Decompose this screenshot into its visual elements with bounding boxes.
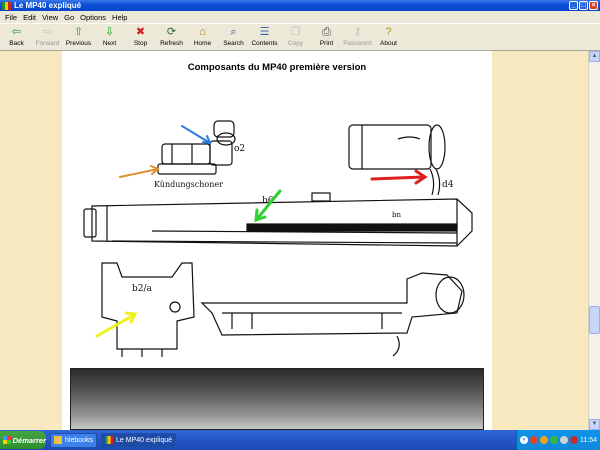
scroll-up-arrow[interactable]: ▲ <box>589 51 600 62</box>
toolbar-label: Password <box>343 40 372 47</box>
home-icon: ⌂ <box>199 26 206 38</box>
bolt-assembly-sketch <box>157 120 236 175</box>
about-button[interactable]: ? About <box>373 24 404 51</box>
password-button[interactable]: ⚷ Password <box>342 24 373 51</box>
maximize-button[interactable]: □ <box>579 1 588 10</box>
start-label: Démarrer <box>12 435 46 445</box>
menu-help[interactable]: Help <box>109 13 130 22</box>
system-tray: « 11:54 <box>516 430 600 450</box>
windows-flag-icon <box>3 436 11 444</box>
start-button[interactable]: Démarrer <box>0 431 46 449</box>
toolbar: ⇦ Back ⇨ Forward ⇧ Previous ⇩ Next ✖ Stop ⟳ Refresh… <box>0 23 600 51</box>
refresh-icon: ⟳ <box>166 26 177 38</box>
previous-button[interactable]: ⇧ Previous <box>63 24 94 51</box>
menu-options[interactable]: Options <box>77 13 109 22</box>
print-button[interactable]: ⎙ Print <box>311 24 342 51</box>
back-arrow-icon: ⇦ <box>11 26 22 38</box>
home-button[interactable]: ⌂ Home <box>187 24 218 51</box>
next-button[interactable]: ⇩ Next <box>94 24 125 51</box>
page-title: Composants du MP40 première version <box>187 62 367 73</box>
orange-arrow <box>119 165 160 178</box>
toolbar-label: Home <box>193 40 212 47</box>
app-icon <box>2 1 11 10</box>
clock: 11:54 <box>580 436 597 444</box>
search-button[interactable]: ⌕ Search <box>218 24 249 51</box>
stop-button[interactable]: ✖ Stop <box>125 24 156 51</box>
taskbar: Démarrer hlebooks Le MP40 expliqué « 11:… <box>0 430 600 450</box>
forward-arrow-icon: ⇨ <box>42 26 53 38</box>
toolbar-label: Forward <box>35 40 60 47</box>
down-arrow-icon: ⇩ <box>104 26 115 38</box>
mp40-photo <box>70 368 484 430</box>
toolbar-label: Stop <box>133 40 148 47</box>
stop-icon: ✖ <box>135 26 146 38</box>
label-ring-part: o2 <box>234 144 245 154</box>
label-caption: Kündungschoner <box>154 180 223 189</box>
toolbar-label: About <box>380 40 397 47</box>
up-arrow-icon: ⇧ <box>73 26 84 38</box>
scroll-down-arrow[interactable]: ▼ <box>589 419 600 430</box>
title-bar: Le MP40 expliqué _ □ × <box>0 0 600 11</box>
menu-go[interactable]: Go <box>61 13 77 22</box>
ebook-icon <box>105 436 114 444</box>
menu-edit[interactable]: Edit <box>20 13 39 22</box>
contents-button[interactable]: ☰ Contents <box>249 24 280 51</box>
menu-file[interactable]: File <box>2 13 20 22</box>
document-page: Composants du MP40 première version o2 K… <box>62 51 492 430</box>
tray-network-icon[interactable] <box>540 436 548 444</box>
toolbar-label: Previous <box>65 40 92 47</box>
toolbar-label: Refresh <box>160 40 183 47</box>
refresh-button[interactable]: ⟳ Refresh <box>156 24 187 51</box>
lower-frame-sketch <box>101 262 195 357</box>
contents-icon: ☰ <box>259 26 270 38</box>
mp40-parts-drawing: o2 Kündungschoner d4 b6 bn b2/a <box>83 120 473 357</box>
folder-icon <box>54 436 62 444</box>
tray-expand-icon[interactable]: « <box>520 436 528 444</box>
vertical-scrollbar[interactable]: ▲ ▼ <box>588 51 600 430</box>
print-icon: ⎙ <box>322 26 331 38</box>
toolbar-label: Search <box>223 40 244 47</box>
tray-volume-icon[interactable] <box>560 436 568 444</box>
blue-arrow <box>181 125 212 145</box>
menu-view[interactable]: View <box>39 13 61 22</box>
window-title: Le MP40 expliqué <box>14 1 82 10</box>
forward-button[interactable]: ⇨ Forward <box>32 24 63 51</box>
scroll-thumb[interactable] <box>589 306 600 334</box>
label-receiver-mark: bn <box>392 211 401 219</box>
yellow-arrow <box>95 311 138 338</box>
taskbar-item-hlebooks[interactable]: hlebooks <box>50 432 98 448</box>
back-button[interactable]: ⇦ Back <box>1 24 32 51</box>
toolbar-label: Next <box>102 40 117 47</box>
tray-shield-icon[interactable] <box>530 436 538 444</box>
receiver-tube-sketch <box>83 192 473 247</box>
toolbar-label: Contents <box>251 40 278 47</box>
tray-security-icon[interactable] <box>570 436 578 444</box>
label-frame-part: b2/a <box>132 284 153 294</box>
toolbar-label: Back <box>9 40 24 47</box>
key-icon: ⚷ <box>353 26 362 38</box>
window-controls: _ □ × <box>569 1 598 10</box>
task-label: hlebooks <box>65 436 94 444</box>
minimize-button[interactable]: _ <box>569 1 578 10</box>
magazine-housing-sketch <box>348 124 446 196</box>
toolbar-label: Copy <box>287 40 304 47</box>
taskbar-item-mp40[interactable]: Le MP40 expliqué <box>101 432 177 448</box>
copy-icon: ❐ <box>290 26 301 38</box>
search-icon: ⌕ <box>230 26 237 38</box>
content-area: Composants du MP40 première version o2 K… <box>0 51 588 430</box>
toolbar-label: Print <box>319 40 334 47</box>
trigger-frame-sketch <box>200 272 465 357</box>
copy-button[interactable]: ❐ Copy <box>280 24 311 51</box>
about-icon: ? <box>385 26 392 38</box>
close-button[interactable]: × <box>589 1 598 10</box>
menu-bar: File Edit View Go Options Help <box>0 11 600 23</box>
tray-update-icon[interactable] <box>550 436 558 444</box>
red-arrow <box>370 169 428 185</box>
task-label: Le MP40 expliqué <box>116 436 173 444</box>
label-lever-part: d4 <box>442 180 454 190</box>
